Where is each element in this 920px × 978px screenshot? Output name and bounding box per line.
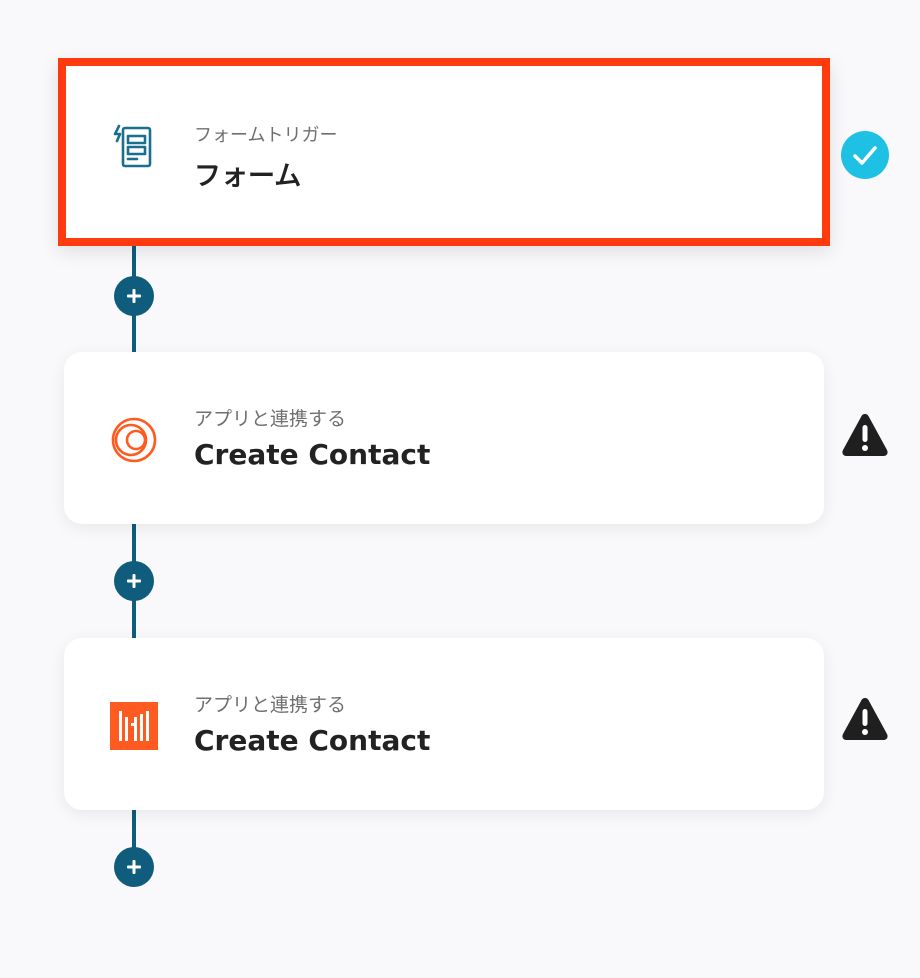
add-step-button[interactable] bbox=[114, 561, 154, 601]
orange-bars-app-icon bbox=[110, 702, 158, 750]
form-trigger-icon bbox=[110, 122, 158, 170]
add-step-button[interactable] bbox=[114, 276, 154, 316]
plus-icon bbox=[127, 860, 141, 874]
step-type-label: フォームトリガー bbox=[194, 125, 338, 146]
step-type-label: アプリと連携する bbox=[194, 694, 347, 716]
step-card-create-contact[interactable]: アプリと連携する Create Contact bbox=[64, 638, 824, 810]
step-name: フォーム bbox=[194, 161, 302, 192]
step-card-form-trigger[interactable]: フォームトリガー フォーム bbox=[58, 58, 830, 246]
warning-icon bbox=[840, 694, 890, 744]
step-type-label: アプリと連携する bbox=[194, 408, 347, 430]
step-name: Create Contact bbox=[194, 438, 431, 471]
warning-icon bbox=[840, 410, 890, 460]
step-name: Create Contact bbox=[194, 724, 431, 757]
plus-icon bbox=[127, 289, 141, 303]
add-step-button[interactable] bbox=[114, 847, 154, 887]
step-card-create-contact[interactable]: アプリと連携する Create Contact bbox=[64, 352, 824, 524]
plus-icon bbox=[127, 574, 141, 588]
workflow-canvas: フォームトリガー フォーム アプリと連携する Create Contact アプ… bbox=[0, 0, 920, 978]
check-complete-icon bbox=[840, 130, 890, 180]
orange-rings-app-icon bbox=[110, 416, 158, 464]
